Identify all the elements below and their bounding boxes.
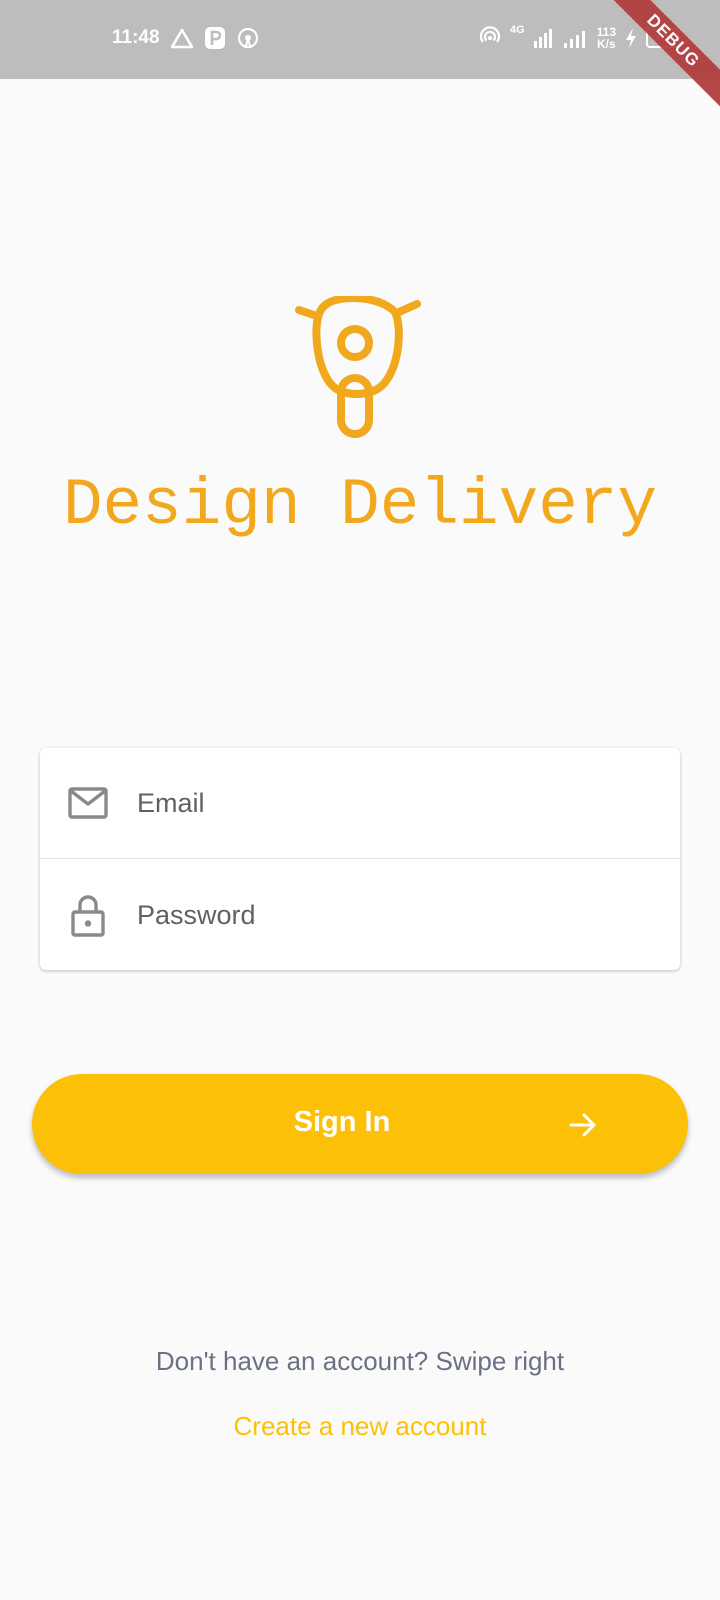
sign-in-label: Sign In [293,1106,391,1138]
password-input[interactable] [135,898,619,932]
login-form-card [40,748,680,970]
status-right: 4G 113 K/s 65 [478,24,680,50]
scooter-icon [295,296,421,438]
network-type: 4G [509,24,525,36]
lock-icon [67,894,109,937]
charging-bolt-icon [626,28,636,48]
status-left: 11:48 [112,26,260,50]
warning-triangle-icon [170,28,193,49]
swipe-hint-text: Don't have an account? Swipe right [155,1346,565,1376]
network-speed-unit: K/s [596,37,616,51]
email-field [40,748,680,858]
create-account-link[interactable]: Create a new account [0,1411,720,1442]
sign-in-button[interactable]: Sign In [32,1074,688,1174]
status-bar: 11:48 4G 113 K/s 65 [0,0,720,79]
signal-bars-icon [533,29,552,48]
signal-bars-secondary-icon [563,31,585,48]
arrow-right-icon [569,1113,596,1137]
battery-level: 65 [656,32,670,44]
mail-icon [67,782,109,824]
app-title: Design Delivery [62,468,658,543]
password-field [40,860,680,970]
hotspot-signal-icon [479,26,500,43]
hotspot-icon [237,27,258,49]
battery-indicator: 65 [646,28,680,48]
status-time: 11:48 [112,27,160,48]
email-input[interactable] [135,786,619,820]
network-speed: 113 K/s [597,26,616,50]
parking-icon [204,27,225,49]
form-divider [40,858,680,859]
